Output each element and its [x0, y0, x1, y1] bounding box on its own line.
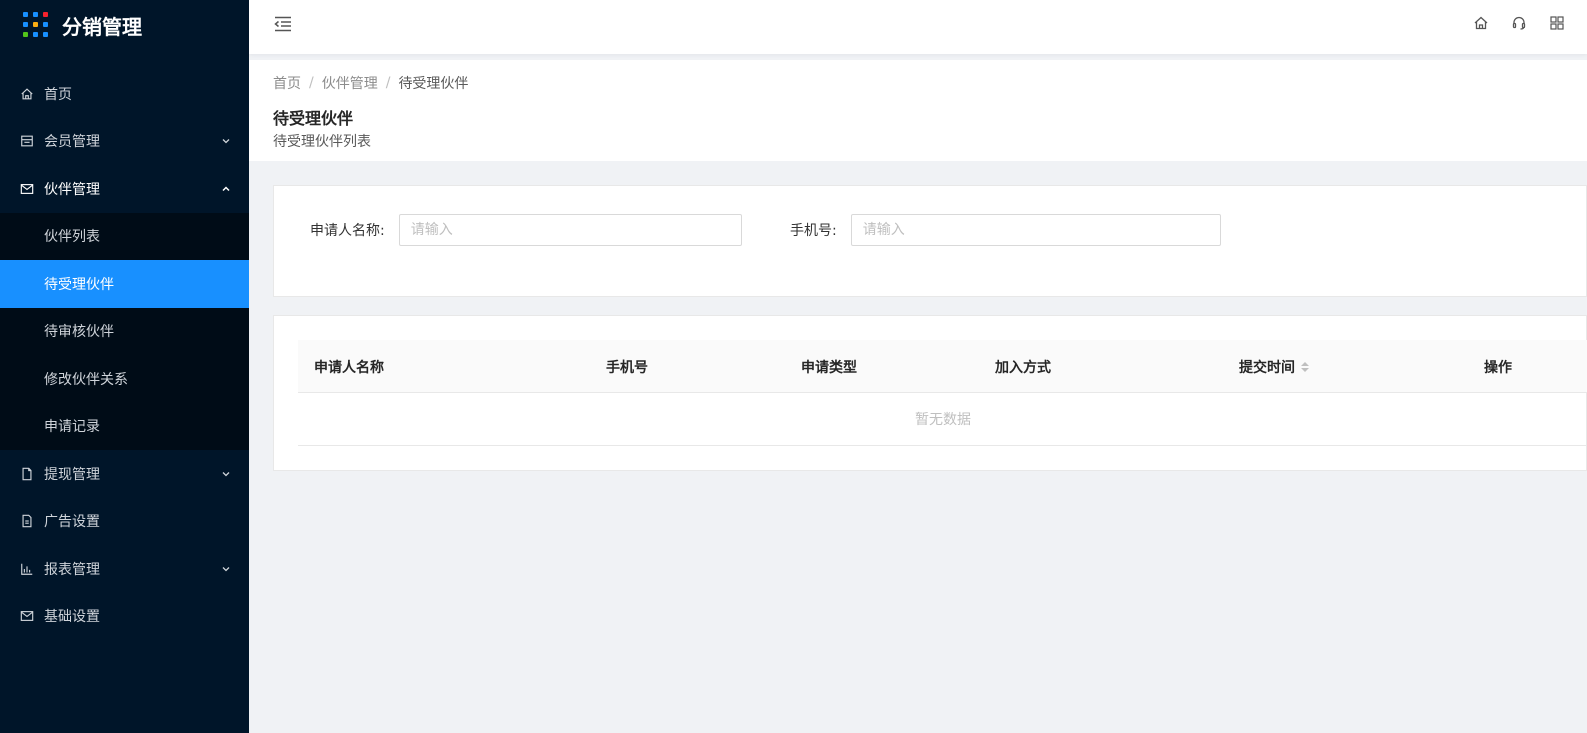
header-actions: [1473, 15, 1565, 31]
column-header-join-method: 加入方式: [995, 359, 1051, 376]
sort-icon[interactable]: [1301, 361, 1309, 372]
sidebar-item-label: 申请记录: [44, 419, 100, 436]
breadcrumb-home[interactable]: 首页: [273, 73, 301, 93]
phone-label: 手机号:: [790, 223, 837, 239]
column-header-applicant: 申请人名称: [314, 359, 384, 376]
sidebar-item-members[interactable]: 会员管理: [0, 118, 249, 166]
sidebar-item-label: 待受理伙伴: [44, 276, 114, 293]
partners-table: 申请人名称 手机号 申请类型 加入方式 提交时间 操作 暂无数据: [298, 340, 1587, 446]
phone-input[interactable]: [850, 214, 1221, 246]
logo-grid-icon: [23, 12, 49, 38]
sidebar-item-ads[interactable]: 广告设置: [0, 498, 249, 546]
mail-icon: [20, 182, 34, 196]
sidebar-item-home[interactable]: 首页: [0, 70, 249, 118]
sidebar-item-label: 会员管理: [44, 134, 100, 151]
sidebar-menu: 首页 会员管理 伙伴管理 伙伴列表 待受理伙伴 待审核伙伴 修改伙伴关系 申请记…: [0, 70, 249, 640]
table-empty-state: 暂无数据: [298, 393, 1587, 446]
empty-text: 暂无数据: [915, 412, 971, 428]
chevron-up-icon: [222, 186, 230, 191]
sidebar-item-partners[interactable]: 伙伴管理: [0, 165, 249, 213]
sidebar-item-withdraw[interactable]: 提现管理: [0, 450, 249, 498]
headset-icon[interactable]: [1511, 15, 1527, 31]
column-header-apply-type: 申请类型: [801, 359, 857, 376]
column-header-label: 提交时间: [1239, 359, 1295, 376]
bar-chart-icon: [20, 562, 34, 576]
home-icon: [20, 87, 34, 101]
sidebar-item-modify-relations[interactable]: 修改伙伴关系: [0, 355, 249, 403]
apps-icon[interactable]: [1549, 15, 1565, 31]
sidebar-item-reports[interactable]: 报表管理: [0, 545, 249, 593]
sidebar-item-label: 提现管理: [44, 466, 100, 483]
sidebar-item-partner-list[interactable]: 伙伴列表: [0, 213, 249, 261]
mail-icon: [20, 609, 34, 623]
applicant-label: 申请人名称:: [310, 223, 385, 239]
applicant-name-input[interactable]: [398, 214, 742, 246]
sidebar-item-label: 伙伴管理: [44, 181, 100, 198]
sidebar-item-apply-records[interactable]: 申请记录: [0, 403, 249, 451]
page-header: 首页 / 伙伴管理 / 待受理伙伴 待受理伙伴 待受理伙伴列表: [249, 60, 1587, 161]
breadcrumb: 首页 / 伙伴管理 / 待受理伙伴: [273, 73, 1563, 93]
sidebar-item-label: 报表管理: [44, 561, 100, 578]
chevron-down-icon: [222, 471, 230, 477]
sidebar-item-label: 伙伴列表: [44, 229, 100, 246]
sidebar-item-pending-partners[interactable]: 待受理伙伴: [0, 260, 249, 308]
top-header: [249, 0, 1587, 54]
column-header-actions: 操作: [1484, 359, 1512, 376]
file-text-icon: [20, 514, 34, 528]
table-card: 申请人名称 手机号 申请类型 加入方式 提交时间 操作 暂无数据: [273, 315, 1587, 471]
sidebar-item-label: 修改伙伴关系: [44, 371, 128, 388]
menu-fold-icon[interactable]: [273, 14, 293, 34]
column-header-phone: 手机号: [606, 359, 648, 376]
sidebar-item-basic-settings[interactable]: 基础设置: [0, 593, 249, 641]
breadcrumb-separator: /: [309, 75, 314, 91]
chevron-down-icon: [222, 139, 230, 144]
member-icon: [20, 134, 34, 148]
logo[interactable]: 分销管理: [0, 0, 249, 50]
sidebar-item-review-partners[interactable]: 待审核伙伴: [0, 308, 249, 356]
breadcrumb-partners[interactable]: 伙伴管理: [322, 73, 378, 93]
sidebar-item-label: 基础设置: [44, 609, 100, 626]
page-subtitle: 待受理伙伴列表: [273, 134, 371, 150]
search-form-card: 申请人名称: 手机号:: [273, 185, 1587, 297]
page-title: 待受理伙伴: [273, 109, 354, 128]
breadcrumb-current: 待受理伙伴: [398, 76, 469, 92]
file-icon: [20, 467, 34, 481]
app-title: 分销管理: [62, 14, 142, 39]
applicant-form-item: 申请人名称:: [310, 214, 742, 246]
chevron-down-icon: [222, 566, 230, 572]
home-icon[interactable]: [1473, 15, 1489, 31]
table-header: 申请人名称 手机号 申请类型 加入方式 提交时间 操作: [298, 340, 1587, 393]
sidebar-item-label: 待审核伙伴: [44, 324, 114, 341]
partners-submenu: 伙伴列表 待受理伙伴 待审核伙伴 修改伙伴关系 申请记录: [0, 212, 249, 451]
sidebar-item-label: 广告设置: [44, 514, 100, 531]
sidebar: 分销管理 首页 会员管理 伙伴管理 伙伴列表 待受理伙伴 待审核伙伴 修改伙伴关…: [0, 0, 249, 733]
column-header-submit-time[interactable]: 提交时间: [1239, 340, 1309, 393]
breadcrumb-separator: /: [385, 75, 391, 91]
phone-form-item: 手机号:: [790, 214, 1221, 246]
sidebar-item-label: 首页: [44, 86, 72, 103]
